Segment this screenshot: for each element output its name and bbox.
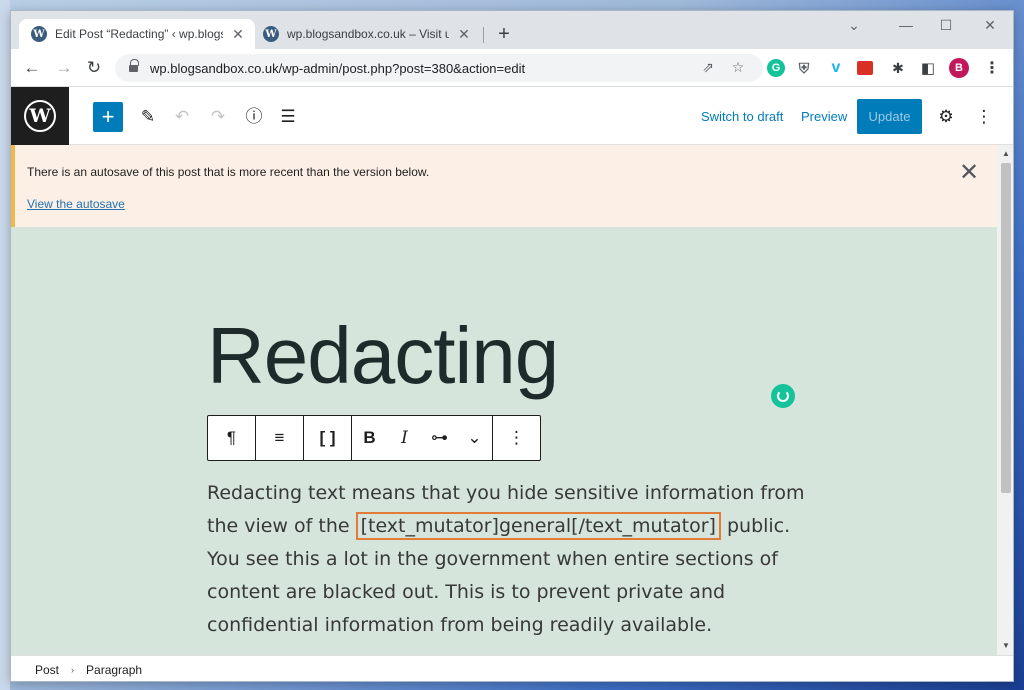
post-title[interactable]: Redacting: [207, 311, 559, 401]
text-mutator-shortcode: [text_mutator]general[/text_mutator]: [355, 512, 721, 540]
bold-icon[interactable]: B: [352, 416, 387, 460]
tab-divider: [483, 27, 484, 43]
puzzle-icon[interactable]: ✱: [889, 59, 907, 77]
autosave-notice: There is an autosave of this post that i…: [11, 145, 997, 227]
more-rich-text-chevron-icon[interactable]: ⌄: [457, 416, 492, 460]
tab-title: wp.blogsandbox.co.uk – Visit us: [287, 27, 449, 41]
address-bar-row: ← → ↻ wp.blogsandbox.co.uk/wp-admin/post…: [11, 49, 1013, 87]
list-view-icon[interactable]: ☰: [275, 104, 301, 130]
wordpress-logo-icon: W: [24, 100, 56, 132]
tab-close-icon[interactable]: ✕: [231, 26, 245, 43]
new-tab-button[interactable]: +: [493, 23, 515, 45]
block-breadcrumb: Post › Paragraph: [11, 655, 1013, 681]
url-text[interactable]: wp.blogsandbox.co.uk/wp-admin/post.php?p…: [150, 61, 525, 76]
tab-search-icon[interactable]: ⌄: [839, 17, 869, 34]
reload-button[interactable]: ↻: [83, 57, 105, 79]
share-icon[interactable]: ⇗: [699, 59, 717, 76]
breadcrumb-separator-icon: ›: [71, 664, 75, 675]
dismiss-notice-icon[interactable]: ✕: [959, 161, 979, 185]
close-window-button[interactable]: ✕: [975, 17, 1005, 34]
grammarly-icon[interactable]: G: [767, 59, 785, 77]
bookmark-star-icon[interactable]: ☆: [729, 59, 747, 76]
maximize-button[interactable]: ☐: [931, 17, 961, 34]
desktop-background: [0, 0, 10, 690]
shield-icon[interactable]: ⛨: [795, 59, 813, 77]
scroll-down-icon[interactable]: ▼: [997, 639, 1013, 653]
tab-edit-post[interactable]: W Edit Post “Redacting” ‹ wp.blogsa ✕: [19, 19, 255, 49]
sidepanel-icon[interactable]: ◧: [919, 59, 937, 77]
add-block-button[interactable]: +: [93, 102, 123, 132]
address-bar[interactable]: wp.blogsandbox.co.uk/wp-admin/post.php?p…: [115, 54, 763, 82]
switch-to-draft-button[interactable]: Switch to draft: [701, 109, 783, 124]
grammarly-status-icon[interactable]: [771, 384, 795, 408]
block-toolbar: ¶ ≡ [ ] B I ⊶ ⌄ ⋮: [207, 415, 541, 461]
paragraph-block-icon[interactable]: ¶: [208, 416, 255, 460]
scroll-up-icon[interactable]: ▲: [997, 147, 1013, 161]
vimeo-icon[interactable]: v: [827, 59, 845, 77]
italic-icon[interactable]: I: [387, 416, 422, 460]
browser-menu-icon[interactable]: ⋮: [983, 59, 1001, 77]
link-icon[interactable]: ⊶: [422, 416, 457, 460]
preview-button[interactable]: Preview: [801, 109, 847, 124]
notice-text: There is an autosave of this post that i…: [27, 165, 430, 179]
paragraph-block[interactable]: Redacting text means that you hide sensi…: [207, 477, 807, 642]
tab-visit-site[interactable]: W wp.blogsandbox.co.uk – Visit us ✕: [251, 19, 481, 49]
undo-icon[interactable]: ↶: [169, 104, 195, 130]
editor-canvas[interactable]: There is an autosave of this post that i…: [11, 145, 997, 655]
tab-strip: W Edit Post “Redacting” ‹ wp.blogsa ✕ W …: [11, 11, 1013, 49]
wp-editor-toolbar: W + ✎ ↶ ↷ ⓘ ☰ Switch to draft Preview Up…: [11, 87, 1013, 145]
editor-scrollbar[interactable]: ▲ ▼: [997, 145, 1013, 655]
wordpress-favicon-icon: W: [263, 26, 279, 42]
details-info-icon[interactable]: ⓘ: [241, 104, 267, 130]
back-button[interactable]: ←: [21, 57, 43, 79]
align-text-icon[interactable]: ≡: [256, 416, 303, 460]
scroll-thumb[interactable]: [1001, 163, 1011, 493]
browser-window: W Edit Post “Redacting” ‹ wp.blogsa ✕ W …: [10, 10, 1014, 682]
options-menu-icon[interactable]: ⋮: [971, 104, 997, 130]
profile-avatar[interactable]: B: [949, 58, 969, 78]
tab-close-icon[interactable]: ✕: [457, 26, 471, 43]
forward-button[interactable]: →: [53, 57, 75, 79]
redo-icon[interactable]: ↷: [205, 104, 231, 130]
red-extension-icon[interactable]: [857, 61, 873, 75]
breadcrumb-paragraph[interactable]: Paragraph: [86, 663, 142, 677]
edit-tools-icon[interactable]: ✎: [135, 104, 161, 130]
settings-gear-icon[interactable]: ⚙: [933, 104, 959, 130]
tab-title: Edit Post “Redacting” ‹ wp.blogsa: [55, 27, 223, 41]
wordpress-logo[interactable]: W: [11, 87, 69, 145]
block-options-icon[interactable]: ⋮: [493, 416, 540, 460]
shortcode-icon[interactable]: [ ]: [304, 416, 351, 460]
breadcrumb-post[interactable]: Post: [35, 663, 59, 677]
wordpress-favicon-icon: W: [31, 26, 47, 42]
minimize-button[interactable]: —: [891, 17, 921, 33]
lock-icon[interactable]: [129, 58, 139, 74]
update-button[interactable]: Update: [857, 99, 922, 134]
view-autosave-link[interactable]: View the autosave: [27, 197, 125, 211]
